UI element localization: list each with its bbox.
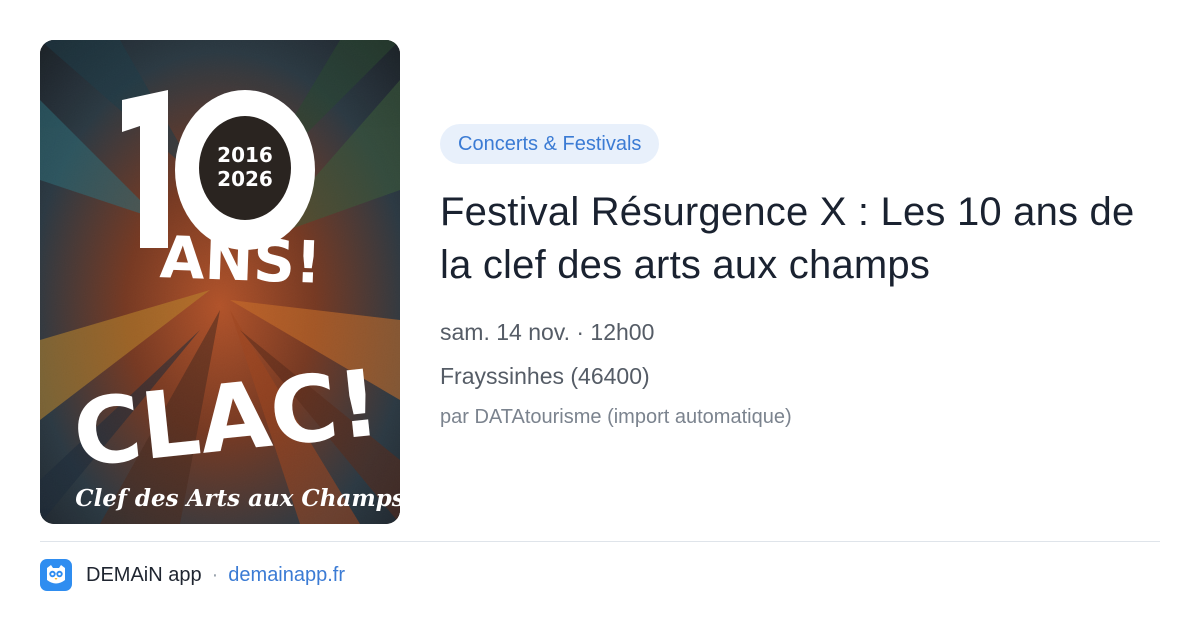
poster-year-start: 2016: [217, 143, 273, 167]
event-datetime: sam. 14 nov. · 12h00: [440, 319, 655, 345]
app-domain-link[interactable]: demainapp.fr: [228, 564, 345, 587]
footer-divider: [40, 541, 1160, 542]
event-info: Concerts & Festivals Festival Résurgence…: [440, 124, 1160, 430]
app-name: DEMAiN app: [86, 563, 202, 586]
footer-separator: ·: [211, 563, 219, 586]
category-badge[interactable]: Concerts & Festivals: [440, 124, 660, 164]
event-poster-image: 2016 2026 ANS! CLAC! Clef des Arts aux C…: [40, 40, 400, 524]
poster-subtitle-text: Clef des Arts aux Champs: [75, 485, 400, 512]
owl-icon: [40, 559, 72, 591]
event-preview-card[interactable]: 2016 2026 ANS! CLAC! Clef des Arts aux C…: [0, 0, 1200, 630]
event-location: Frayssinhes (46400): [440, 363, 650, 389]
poster-year-end: 2026: [217, 167, 273, 191]
poster-ans-text: ANS!: [159, 223, 323, 297]
footer: DEMAiN app · demainapp.fr: [40, 558, 345, 592]
event-source: par DATAtourisme (import automatique): [440, 406, 792, 428]
event-title[interactable]: Festival Résurgence X : Les 10 ans de la…: [440, 186, 1160, 292]
